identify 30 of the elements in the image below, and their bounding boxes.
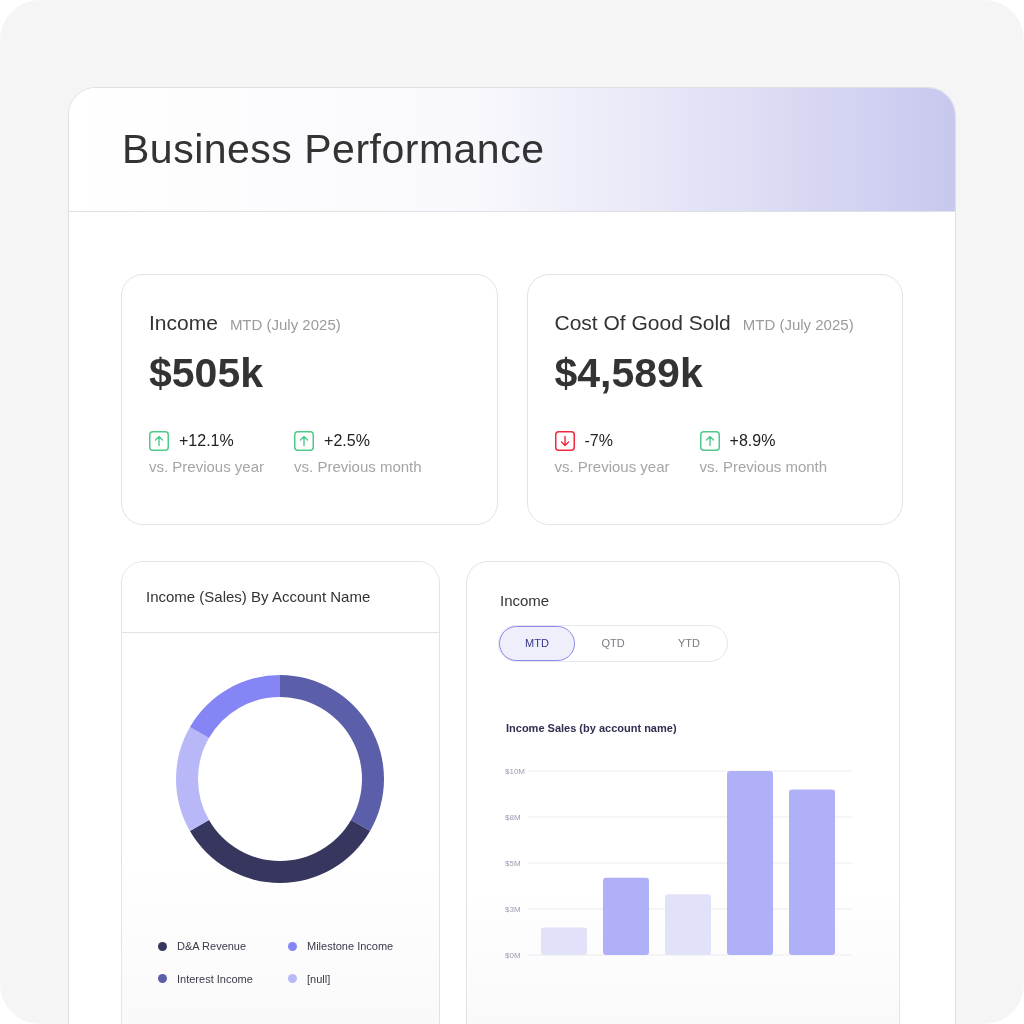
- legend-label: [null]: [307, 971, 331, 987]
- axis-tick-label: $5M: [505, 859, 521, 868]
- legend-label: D&A Revenue: [177, 939, 247, 954]
- axis-tick-label: $0M: [505, 951, 521, 960]
- period-label: MTD (July 2025): [229, 315, 341, 335]
- period-tab[interactable]: YTD: [651, 625, 727, 661]
- page-title: Business Performance: [122, 124, 545, 174]
- comparison-label: vs. Previous month: [294, 456, 422, 477]
- axis-tick-label: $3M: [505, 905, 521, 914]
- axis-tick-label: $8M: [505, 813, 521, 822]
- period-tab[interactable]: QTD: [575, 625, 651, 661]
- period-tab[interactable]: MTD: [499, 625, 575, 661]
- card-title: Income: [149, 310, 218, 336]
- legend-label: Milestone Income: [307, 939, 394, 954]
- card-title: Cost Of Good Sold: [554, 310, 731, 336]
- card-title: Income: [500, 591, 550, 611]
- kpi-value: $505k: [149, 348, 263, 397]
- change-value: +12.1%: [179, 430, 234, 451]
- axis-tick-label: $10M: [505, 767, 525, 776]
- comparison-label: vs. Previous year: [554, 456, 670, 477]
- card-title: Income (Sales) By Account Name: [146, 586, 371, 607]
- legend-label: Interest Income: [177, 971, 253, 987]
- comparison-label: vs. Previous month: [699, 456, 828, 477]
- kpi-value: $4,589k: [554, 348, 703, 397]
- period-label: MTD (July 2025): [742, 315, 854, 335]
- change-value: -7%: [584, 430, 613, 451]
- change-value: +2.5%: [324, 430, 370, 451]
- chart-title: Income Sales (by account name): [506, 720, 677, 736]
- change-value: +8.9%: [729, 430, 776, 451]
- comparison-label: vs. Previous year: [149, 456, 265, 477]
